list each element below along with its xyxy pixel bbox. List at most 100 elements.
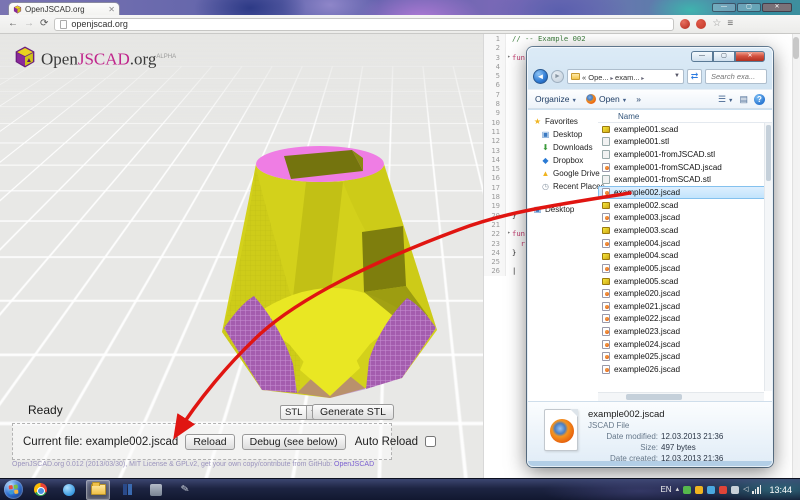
generate-stl-button[interactable]: Generate STL <box>312 404 394 420</box>
file-row[interactable]: example003.scad <box>598 224 772 237</box>
sidebar-item-desktop[interactable]: ▣Desktop <box>528 128 598 141</box>
open-button[interactable]: Open▼ <box>586 94 627 104</box>
close-button[interactable]: ✕ <box>762 3 792 12</box>
shield-icon[interactable] <box>707 486 715 494</box>
extension-icon[interactable] <box>696 19 706 29</box>
sidebar-item-favorites[interactable]: ★ Favorites <box>528 115 598 128</box>
github-link[interactable]: OpenJSCAD <box>334 461 374 468</box>
file-list[interactable]: Name example001.scadexample001.stlexampl… <box>598 110 772 401</box>
gdrive-icon[interactable] <box>695 486 703 494</box>
file-row[interactable]: example021.jscad <box>598 300 772 313</box>
code-text: fun <box>512 229 525 238</box>
file-row[interactable]: example002.jscad <box>598 186 772 199</box>
file-row[interactable]: example023.jscad <box>598 325 772 338</box>
editor-scrollbar[interactable] <box>792 34 800 478</box>
close-button[interactable]: ✕ <box>735 51 765 62</box>
file-row[interactable]: example001.scad <box>598 123 772 136</box>
file-row[interactable]: example001-fromSCAD.stl <box>598 174 772 187</box>
line-number: 23 <box>484 239 506 248</box>
taskbar-item-pen-icon[interactable]: ✎ <box>173 480 197 500</box>
code-line[interactable]: 1// -- Example 002 <box>484 34 800 43</box>
file-row[interactable]: example026.jscad <box>598 363 772 376</box>
details-label: Date created: <box>588 453 658 464</box>
taskbar-item-chrome-icon[interactable] <box>28 480 52 500</box>
search-input[interactable] <box>709 71 763 82</box>
browser-tab[interactable]: OpenJSCAD.org ✕ <box>8 2 120 16</box>
explorer-window[interactable]: — ▢ ✕ ◄ ► « Ope... ▸ exam... ▸ ▼ ⇄ Organ… <box>527 47 773 467</box>
taskbar-item-blue-app-icon[interactable] <box>57 480 81 500</box>
chevron-down-icon[interactable]: ▼ <box>674 73 680 79</box>
file-row[interactable]: example001.stl <box>598 136 772 149</box>
file-row[interactable]: example004.scad <box>598 249 772 262</box>
views-icon[interactable]: ☰▼ <box>718 94 734 105</box>
star-icon: ★ <box>533 117 542 126</box>
file-row[interactable]: example001-fromSCAD.jscad <box>598 161 772 174</box>
sidebar-item-google-drive[interactable]: ▲Google Drive <box>528 167 598 180</box>
file-row[interactable]: example020.jscad <box>598 287 772 300</box>
column-header-name[interactable]: Name <box>598 110 772 123</box>
bookmark-star-icon[interactable]: ☆ <box>712 19 721 29</box>
scrollbar-thumb[interactable] <box>626 394 682 400</box>
file-row[interactable]: example022.jscad <box>598 313 772 326</box>
sidebar-item-label: Google Drive <box>553 169 600 178</box>
reload-button[interactable]: Reload <box>185 434 234 450</box>
file-row[interactable]: example003.jscad <box>598 211 772 224</box>
forward-icon[interactable]: → <box>24 19 34 29</box>
start-button[interactable] <box>4 480 23 499</box>
scrollbar-thumb[interactable] <box>766 125 771 181</box>
fold-gutter <box>506 220 512 229</box>
taskbar-item-gray-app-icon[interactable] <box>144 480 168 500</box>
file-row[interactable]: example004.jscad <box>598 237 772 250</box>
file-row[interactable]: example024.jscad <box>598 338 772 351</box>
breadcrumb[interactable]: « Ope... ▸ exam... ▸ ▼ <box>567 69 684 84</box>
taskbar-clock[interactable]: 13:44 <box>769 485 792 495</box>
file-row[interactable]: example025.jscad <box>598 351 772 364</box>
language-indicator[interactable]: EN <box>660 485 671 494</box>
file-name: example020.jscad <box>614 289 680 298</box>
file-row[interactable]: example002.scad <box>598 199 772 212</box>
search-box[interactable] <box>705 69 767 84</box>
maximize-button[interactable]: ▢ <box>713 51 735 62</box>
refresh-icon[interactable]: ⇄ <box>687 69 702 84</box>
action-center-icon[interactable] <box>719 486 727 494</box>
preview-pane-icon[interactable]: ▤ <box>739 94 748 105</box>
breadcrumb-segment[interactable]: « Ope... <box>582 73 609 82</box>
organize-button[interactable]: Organize▼ <box>535 94 577 104</box>
debug-button[interactable]: Debug (see below) <box>242 434 346 450</box>
minimize-button[interactable]: — <box>691 51 713 62</box>
taskbar-item-books-icon[interactable] <box>115 480 139 500</box>
taskbar-item-explorer-folder-icon[interactable] <box>86 480 110 500</box>
scrollbar-thumb[interactable] <box>793 37 799 59</box>
user-icon[interactable] <box>731 486 739 494</box>
sync-icon[interactable] <box>683 486 691 494</box>
file-row[interactable]: example005.scad <box>598 275 772 288</box>
auto-reload-checkbox[interactable] <box>425 436 436 447</box>
back-icon[interactable]: ◄ <box>533 69 548 84</box>
minimize-button[interactable]: — <box>712 3 736 12</box>
file-row[interactable]: example001-fromJSCAD.stl <box>598 148 772 161</box>
fold-gutter <box>506 257 512 266</box>
toolbar-more-button[interactable]: » <box>636 94 641 104</box>
extension-icon[interactable] <box>680 19 690 29</box>
maximize-button[interactable]: ▢ <box>737 3 761 12</box>
tab-close-icon[interactable]: ✕ <box>108 6 115 14</box>
reload-icon[interactable]: ⟳ <box>40 19 48 29</box>
fold-gutter <box>506 164 512 173</box>
sidebar-item-desktop[interactable]: ▣Desktop <box>528 203 598 216</box>
sidebar-item-dropbox[interactable]: ◆Dropbox <box>528 154 598 167</box>
forward-icon[interactable]: ► <box>551 70 564 83</box>
horizontal-scrollbar[interactable] <box>598 392 764 401</box>
vertical-scrollbar[interactable] <box>764 123 772 391</box>
help-icon[interactable]: ? <box>754 94 765 105</box>
sidebar-item-recent-places[interactable]: ◷Recent Places <box>528 180 598 193</box>
file-row[interactable]: example005.jscad <box>598 262 772 275</box>
volume-icon[interactable]: ◁ <box>743 486 748 494</box>
line-number: 10 <box>484 118 506 127</box>
network-icon[interactable] <box>752 485 761 494</box>
back-icon[interactable]: ← <box>8 19 18 29</box>
tray-expand-icon[interactable]: ▴ <box>676 486 680 494</box>
breadcrumb-segment[interactable]: exam... <box>615 73 640 82</box>
url-bar[interactable]: openjscad.org <box>54 18 674 31</box>
browser-menu-icon[interactable]: ≡ <box>727 19 733 29</box>
sidebar-item-downloads[interactable]: ⬇Downloads <box>528 141 598 154</box>
